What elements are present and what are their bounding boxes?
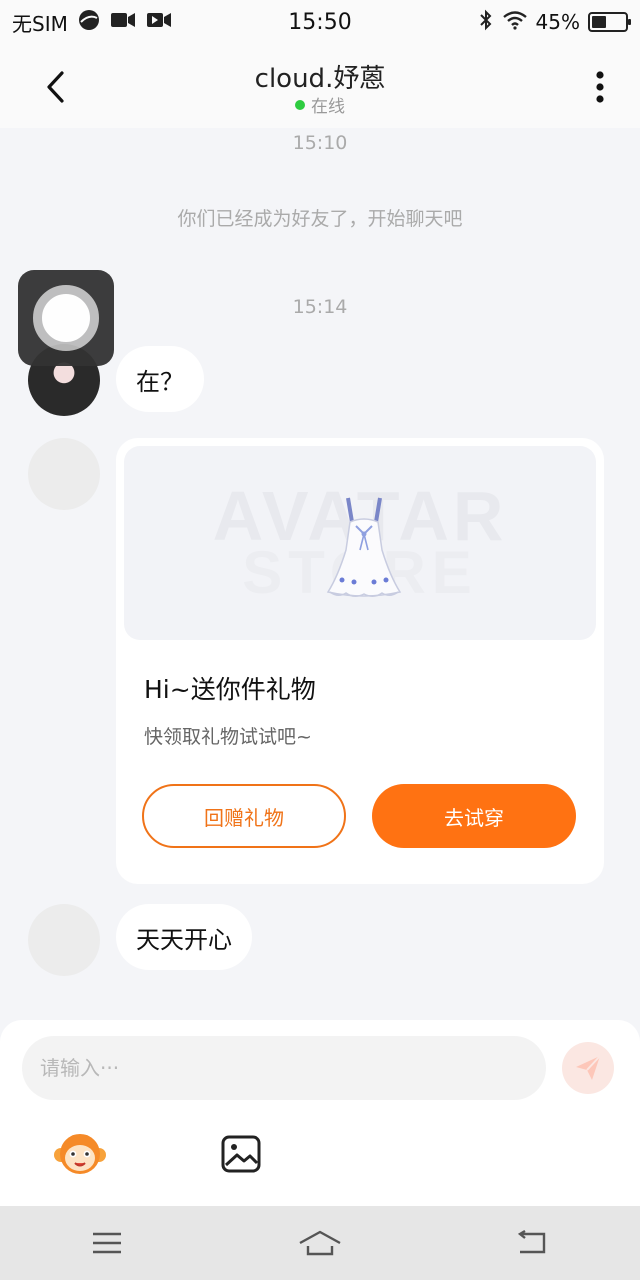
message-bubble[interactable]: 在？ (116, 346, 204, 412)
circle-icon (33, 285, 99, 351)
system-message: 你们已经成为好友了，开始聊天吧 (177, 208, 463, 230)
battery-percent: 45% (535, 10, 580, 34)
carrier-label: 无SIM (12, 11, 68, 36)
dress-icon (326, 497, 402, 597)
video-play-icon (146, 10, 172, 34)
wifi-icon (502, 10, 528, 35)
gift-title: Hi~送你件礼物 (144, 675, 316, 704)
input-area (0, 1020, 640, 1206)
online-status: 在线 (0, 92, 640, 117)
bluetooth-icon (478, 9, 494, 36)
menu-icon (92, 1232, 121, 1254)
battery-icon (588, 12, 631, 32)
gift-description: 快领取礼物试试吧~ (144, 726, 312, 748)
more-vertical-icon (596, 71, 604, 103)
status-bar: 无SIM 15:50 45% (0, 0, 640, 44)
return-icon (518, 1230, 546, 1254)
video-icon (110, 10, 136, 34)
floating-assist-button[interactable] (18, 270, 114, 366)
contact-name: cloud.妤蒽 (254, 64, 386, 94)
gift-card[interactable]: AVATAR STORE Hi~送你件礼物 快领取礼物试试吧~ 回赠礼物 去试穿 (116, 438, 604, 884)
gift-image: AVATAR STORE (124, 446, 596, 640)
contact-avatar[interactable] (28, 904, 100, 976)
monkey-face-icon (54, 1134, 106, 1174)
chat-area[interactable]: 15:10 你们已经成为好友了，开始聊天吧 15:14 在？ AVATAR ST… (0, 128, 640, 1020)
more-options-button[interactable] (580, 62, 620, 112)
try-on-button[interactable]: 去试穿 (372, 784, 576, 848)
menu-button[interactable] (77, 1218, 137, 1268)
contact-avatar[interactable] (28, 438, 100, 510)
message-bubble[interactable]: 天天开心 (116, 904, 252, 970)
online-dot (295, 99, 305, 110)
home-icon (299, 1230, 341, 1256)
send-button[interactable] (562, 1042, 614, 1094)
image-icon (221, 1135, 261, 1173)
send-icon (576, 1055, 601, 1080)
message-input[interactable] (22, 1036, 546, 1100)
timestamp: 15:10 (292, 132, 348, 154)
browser-icon (78, 9, 100, 36)
battery-level (592, 16, 606, 28)
online-status-label: 在线 (311, 97, 345, 117)
home-button[interactable] (290, 1218, 350, 1268)
back-nav-button[interactable] (503, 1218, 563, 1268)
image-button[interactable] (216, 1126, 266, 1182)
return-gift-button[interactable]: 回赠礼物 (142, 784, 346, 848)
sticker-button[interactable] (52, 1126, 108, 1182)
chat-header: cloud.妤蒽 在线 (0, 44, 640, 128)
system-nav-bar (0, 1206, 640, 1280)
